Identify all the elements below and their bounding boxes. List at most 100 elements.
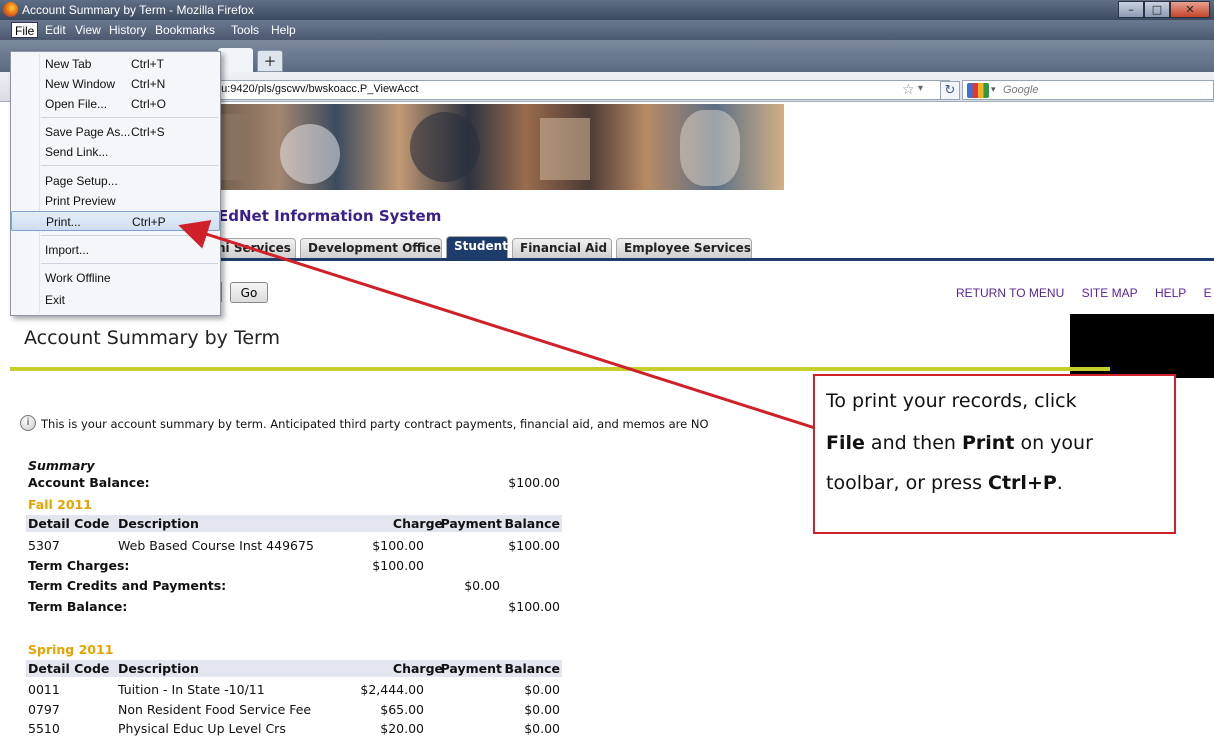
term-charges-label: Term Charges: <box>28 558 130 573</box>
search-engine-dropdown-icon[interactable]: ▾ <box>991 84 996 95</box>
title-divider <box>10 367 1110 371</box>
account-balance-label: Account Balance: <box>28 475 150 490</box>
return-to-menu-link[interactable]: RETURN TO MENU <box>956 286 1064 300</box>
tab-financial-aid[interactable]: Financial Aid <box>512 238 612 258</box>
header-charge: Charge <box>392 661 443 676</box>
description: Web Based Course Inst 449675 <box>118 538 314 553</box>
file-menu-open-file[interactable]: Open File... Ctrl+O <box>11 94 220 114</box>
window-controls: – □ ✕ <box>1118 1 1210 18</box>
detail-code: 5510 <box>28 721 60 736</box>
menu-edit[interactable]: Edit <box>42 22 69 38</box>
header-description: Description <box>118 516 199 531</box>
bookmark-star-icon[interactable]: ☆ <box>902 82 915 98</box>
header-balance: Balance <box>504 516 560 531</box>
go-button[interactable]: Go <box>230 282 268 303</box>
tab-student[interactable]: Student <box>446 236 508 258</box>
description: Physical Educ Up Level Crs <box>118 721 286 736</box>
term-heading-row: Fall 2011 <box>26 496 562 513</box>
exit-link[interactable]: E <box>1204 286 1212 300</box>
address-bar[interactable]: du:9420/pls/gscwv/bwskoacc.P_ViewAcct <box>210 80 950 100</box>
menu-view[interactable]: View <box>72 22 104 38</box>
table-header-row: Detail Code Description Charge Payment B… <box>26 660 562 677</box>
maximize-button[interactable]: □ <box>1144 1 1170 18</box>
summary-heading-row: Summary <box>26 457 562 474</box>
charge: $65.00 <box>380 702 424 717</box>
search-box[interactable]: ▾ Google <box>962 80 1214 100</box>
term-balance-label: Term Balance: <box>28 599 128 614</box>
balance: $0.00 <box>524 682 560 697</box>
balance: $100.00 <box>508 538 560 553</box>
menu-tools[interactable]: Tools <box>228 22 262 38</box>
window-title-bar: Account Summary by Term - Mozilla Firefo… <box>0 0 1214 20</box>
term-balance-value: $100.00 <box>508 599 560 614</box>
header-detail-code: Detail Code <box>28 516 110 531</box>
header-charge: Charge <box>392 516 443 531</box>
charge: $20.00 <box>380 721 424 736</box>
account-balance-row: Account Balance: $100.00 <box>26 474 562 491</box>
file-menu-page-setup[interactable]: Page Setup... <box>11 171 220 191</box>
account-balance-value: $100.00 <box>508 475 560 490</box>
header-payment: Payment <box>440 661 502 676</box>
balance: $0.00 <box>524 721 560 736</box>
file-menu-save-page[interactable]: Save Page As... Ctrl+S <box>11 122 220 142</box>
campus-banner-image <box>210 104 784 190</box>
info-icon: i <box>20 415 36 431</box>
tabs-divider <box>210 258 1214 261</box>
header-balance: Balance <box>504 661 560 676</box>
help-link[interactable]: HELP <box>1155 286 1186 300</box>
window-title: Account Summary by Term - Mozilla Firefo… <box>22 3 254 17</box>
menu-bookmarks[interactable]: Bookmarks <box>152 22 218 38</box>
term-credits-row: Term Credits and Payments: $0.00 <box>26 577 562 594</box>
detail-code: 5307 <box>28 538 60 553</box>
table-row: 0797 Non Resident Food Service Fee $65.0… <box>26 701 562 718</box>
tab-development-office[interactable]: Development Office <box>300 238 442 258</box>
browser-tab[interactable] <box>218 48 253 72</box>
menu-help[interactable]: Help <box>268 22 299 38</box>
menu-file[interactable]: File <box>11 22 39 38</box>
file-menu-new-tab[interactable]: New Tab Ctrl+T <box>11 54 220 74</box>
term-heading-row: Spring 2011 <box>26 641 562 658</box>
detail-code: 0011 <box>28 682 60 697</box>
page-title: Account Summary by Term <box>24 327 281 349</box>
charge: $100.00 <box>372 538 424 553</box>
callout-line-3: toolbar, or press Ctrl+P. <box>826 472 1063 494</box>
history-dropdown-icon[interactable]: ▾ <box>918 83 923 94</box>
file-menu-send-link[interactable]: Send Link... <box>11 142 220 162</box>
google-logo-icon[interactable] <box>967 83 989 98</box>
header-description: Description <box>118 661 199 676</box>
site-title: EdNet Information System <box>218 207 442 225</box>
description: Non Resident Food Service Fee <box>118 702 312 717</box>
file-menu-import[interactable]: Import... <box>11 240 220 260</box>
term-name: Spring 2011 <box>28 642 114 657</box>
callout-line-1: To print your records, click <box>826 390 1077 412</box>
tab-employee-services[interactable]: Employee Services <box>616 238 752 258</box>
search-placeholder: Google <box>1003 84 1039 96</box>
table-row: 5510 Physical Educ Up Level Crs $20.00 $… <box>26 720 562 737</box>
term-charges-row: Term Charges: $100.00 <box>26 557 562 574</box>
file-menu-exit[interactable]: Exit <box>11 290 220 310</box>
summary-heading: Summary <box>28 458 95 473</box>
term-charges-value: $100.00 <box>372 558 424 573</box>
callout-line-2: File and then Print on your <box>826 432 1093 454</box>
menu-history[interactable]: History <box>106 22 149 38</box>
file-menu-print[interactable]: Print... Ctrl+P <box>11 211 220 231</box>
instruction-callout: To print your records, click File and th… <box>813 374 1176 534</box>
header-detail-code: Detail Code <box>28 661 110 676</box>
close-button[interactable]: ✕ <box>1170 1 1210 18</box>
file-menu-dropdown: New Tab Ctrl+T New Window Ctrl+N Open File… <box>10 51 221 316</box>
term-credits-label: Term Credits and Payments: <box>28 578 227 593</box>
reload-button[interactable]: ↻ <box>940 81 960 100</box>
new-tab-button[interactable]: + <box>257 50 283 72</box>
file-menu-print-preview[interactable]: Print Preview <box>11 191 220 211</box>
term-name: Fall 2011 <box>28 497 92 512</box>
site-map-link[interactable]: SITE MAP <box>1082 286 1138 300</box>
term-credits-value: $0.00 <box>464 578 500 593</box>
term-balance-row: Term Balance: $100.00 <box>26 598 562 615</box>
table-header-row: Detail Code Description Charge Payment B… <box>26 515 562 532</box>
minimize-button[interactable]: – <box>1118 1 1144 18</box>
firefox-logo-icon <box>3 2 18 17</box>
file-menu-new-window[interactable]: New Window Ctrl+N <box>11 74 220 94</box>
file-menu-work-offline[interactable]: Work Offline <box>11 268 220 288</box>
top-links: RETURN TO MENU SITE MAP HELP E <box>956 286 1214 300</box>
tab-alumni-services[interactable]: ni Services <box>210 238 296 258</box>
